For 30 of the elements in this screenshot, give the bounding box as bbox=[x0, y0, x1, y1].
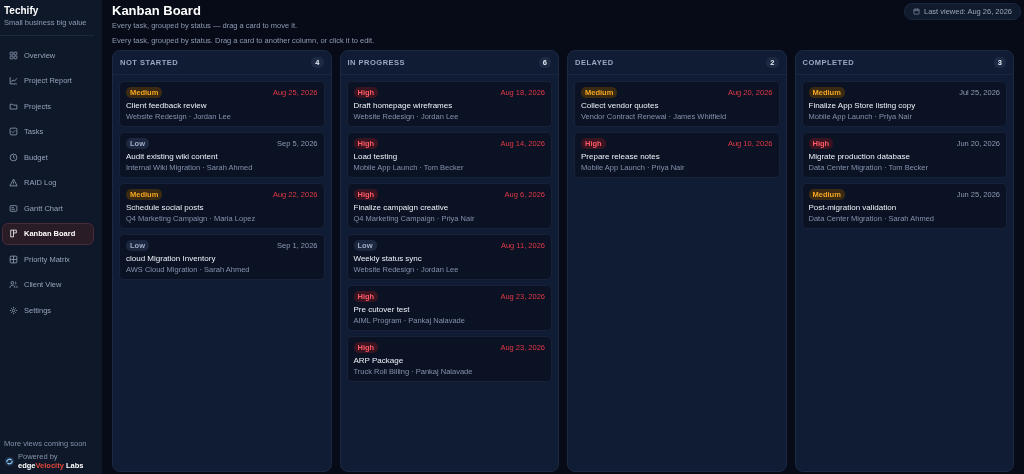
task-title: Pre cutover test bbox=[353, 305, 411, 314]
task-title: Finalize campaign creative bbox=[353, 203, 450, 212]
task-title: ARP Package bbox=[353, 356, 405, 365]
task-title: Draft homepage wireframes bbox=[353, 101, 454, 110]
task-title: Collect vendor quotes bbox=[581, 101, 660, 110]
task-title: Finalize App Store listing copy bbox=[808, 101, 917, 110]
settings-icon bbox=[9, 305, 18, 315]
chart-icon bbox=[9, 76, 18, 86]
task-title: Migrate production database bbox=[808, 152, 911, 161]
task-title: Audit existing wiki content bbox=[126, 152, 219, 161]
task-title: Load testing bbox=[353, 152, 399, 161]
task-title: Schedule social posts bbox=[126, 203, 205, 212]
grid-icon bbox=[9, 50, 18, 60]
folder-icon bbox=[9, 101, 18, 111]
task-title: Prepare release notes bbox=[581, 152, 661, 161]
vendor-logo-icon bbox=[4, 455, 15, 467]
task-title: cloud Migration Inventory bbox=[126, 254, 217, 263]
task-title: Post-migration validation bbox=[808, 203, 898, 212]
task-title: Client feedback review bbox=[126, 101, 208, 110]
task-title: Weekly status sync bbox=[353, 254, 423, 263]
users-icon bbox=[9, 280, 18, 290]
checkbox-icon bbox=[9, 127, 18, 137]
warning-icon bbox=[9, 178, 18, 188]
calendar-icon bbox=[913, 8, 920, 15]
matrix-icon bbox=[9, 254, 18, 264]
kanban-icon bbox=[9, 229, 18, 239]
clock-icon bbox=[9, 152, 18, 162]
gantt-icon bbox=[9, 203, 18, 213]
page-title: Kanban Board bbox=[112, 3, 202, 18]
brand-name: Techify bbox=[4, 5, 40, 16]
